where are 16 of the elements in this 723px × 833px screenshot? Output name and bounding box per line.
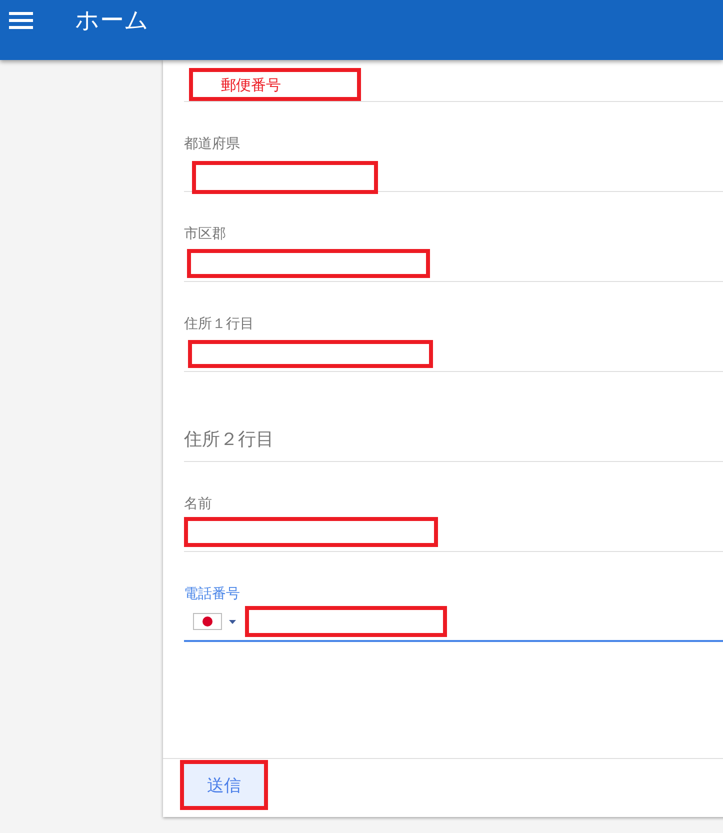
caret-icon — [229, 620, 236, 624]
field-label: 都道府県 — [184, 136, 241, 153]
text-field[interactable]: 郵便番号 — [184, 66, 723, 102]
app-title: ホーム — [75, 6, 149, 34]
field-label: 市区郡 — [184, 226, 227, 243]
phone-field[interactable] — [184, 606, 723, 642]
text-field[interactable]: 住所２行目 — [184, 426, 723, 462]
menu-icon[interactable] — [9, 12, 33, 29]
annotation-text: 郵便番号 — [221, 76, 281, 94]
text-field[interactable] — [184, 246, 723, 282]
flag-icon — [193, 613, 222, 630]
text-field[interactable] — [184, 516, 723, 552]
field-label: 住所１行目 — [184, 316, 255, 333]
submit-button[interactable]: 送信 — [180, 760, 268, 810]
field-label: 電話番号 — [184, 586, 241, 603]
field-label: 名前 — [184, 496, 213, 513]
